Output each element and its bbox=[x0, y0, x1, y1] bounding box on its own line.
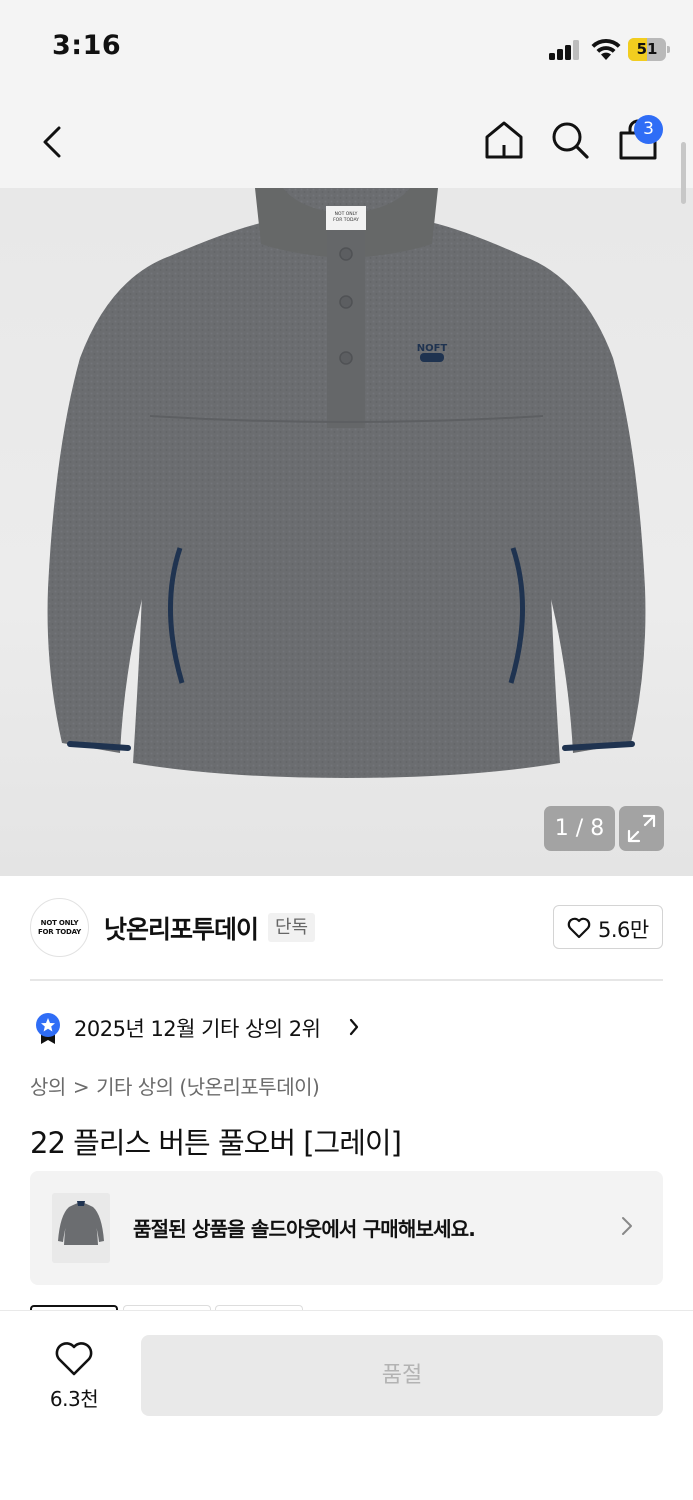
brand-logo-line1: NOT ONLY bbox=[40, 918, 79, 927]
heart-icon bbox=[567, 917, 591, 939]
svg-text:FOR TODAY: FOR TODAY bbox=[333, 217, 359, 223]
chevron-right-icon bbox=[349, 1018, 359, 1036]
cellular-signal-icon bbox=[549, 40, 581, 60]
wifi-icon bbox=[591, 38, 621, 60]
heart-icon bbox=[55, 1342, 93, 1376]
chevron-right-icon bbox=[622, 1217, 632, 1235]
wishlist-count: 6.3천 bbox=[49, 1387, 99, 1411]
battery-level: 51 bbox=[636, 40, 658, 58]
breadcrumb: 상의 > 기타 상의 (낫온리포투데이) bbox=[30, 1071, 320, 1100]
brand-logo[interactable]: NOT ONLY FOR TODAY bbox=[30, 898, 89, 957]
battery-icon: 51 bbox=[628, 38, 670, 61]
scroll-indicator bbox=[681, 142, 686, 204]
status-bar: 3:16 51 bbox=[0, 0, 693, 96]
product-title: 22 플리스 버튼 풀오버 [그레이] bbox=[30, 1126, 402, 1160]
top-nav bbox=[0, 96, 693, 188]
home-icon[interactable] bbox=[482, 118, 526, 162]
image-counter: 1 / 8 bbox=[544, 806, 615, 851]
product-image: NOT ONLY FOR TODAY NOFT bbox=[47, 188, 646, 778]
soldout-button[interactable]: 품절 bbox=[141, 1335, 663, 1416]
brand-like-count: 5.6만 bbox=[598, 918, 649, 942]
exclusive-badge: 단독 bbox=[268, 913, 316, 942]
soldout-banner-text: 품절된 상품을 솔드아웃에서 구매해보세요. bbox=[133, 1217, 476, 1241]
search-icon[interactable] bbox=[548, 118, 592, 162]
brand-like-button[interactable]: 5.6만 bbox=[553, 905, 663, 949]
svg-text:NOT ONLY: NOT ONLY bbox=[335, 211, 358, 217]
brand-logo-line2: FOR TODAY bbox=[37, 927, 82, 936]
back-arrow-icon[interactable] bbox=[36, 120, 70, 164]
breadcrumb-item-top[interactable]: 상의 bbox=[30, 1075, 66, 1099]
cart-count-badge: 3 bbox=[634, 115, 663, 144]
status-time: 3:16 bbox=[52, 30, 122, 61]
ranking-text: 2025년 12월 기타 상의 2위 bbox=[74, 1017, 321, 1041]
breadcrumb-separator: > bbox=[72, 1075, 90, 1099]
brand-name[interactable]: 낫온리포투데이 bbox=[104, 910, 259, 946]
chest-logo-text: NOFT bbox=[417, 343, 448, 354]
divider bbox=[30, 979, 663, 981]
bottom-action-bar: 6.3천 품절 bbox=[0, 1310, 693, 1500]
breadcrumb-item-category[interactable]: 기타 상의 (낫온리포투데이) bbox=[96, 1075, 320, 1099]
expand-icon[interactable] bbox=[619, 806, 664, 851]
wishlist-button[interactable]: 6.3천 bbox=[34, 1335, 114, 1415]
product-thumbnail bbox=[52, 1193, 110, 1263]
medal-icon bbox=[36, 1013, 60, 1044]
product-image-gallery[interactable]: NOT ONLY FOR TODAY NOFT 1 / 8 bbox=[0, 188, 693, 876]
soldout-banner[interactable]: 품절된 상품을 솔드아웃에서 구매해보세요. bbox=[30, 1171, 663, 1285]
